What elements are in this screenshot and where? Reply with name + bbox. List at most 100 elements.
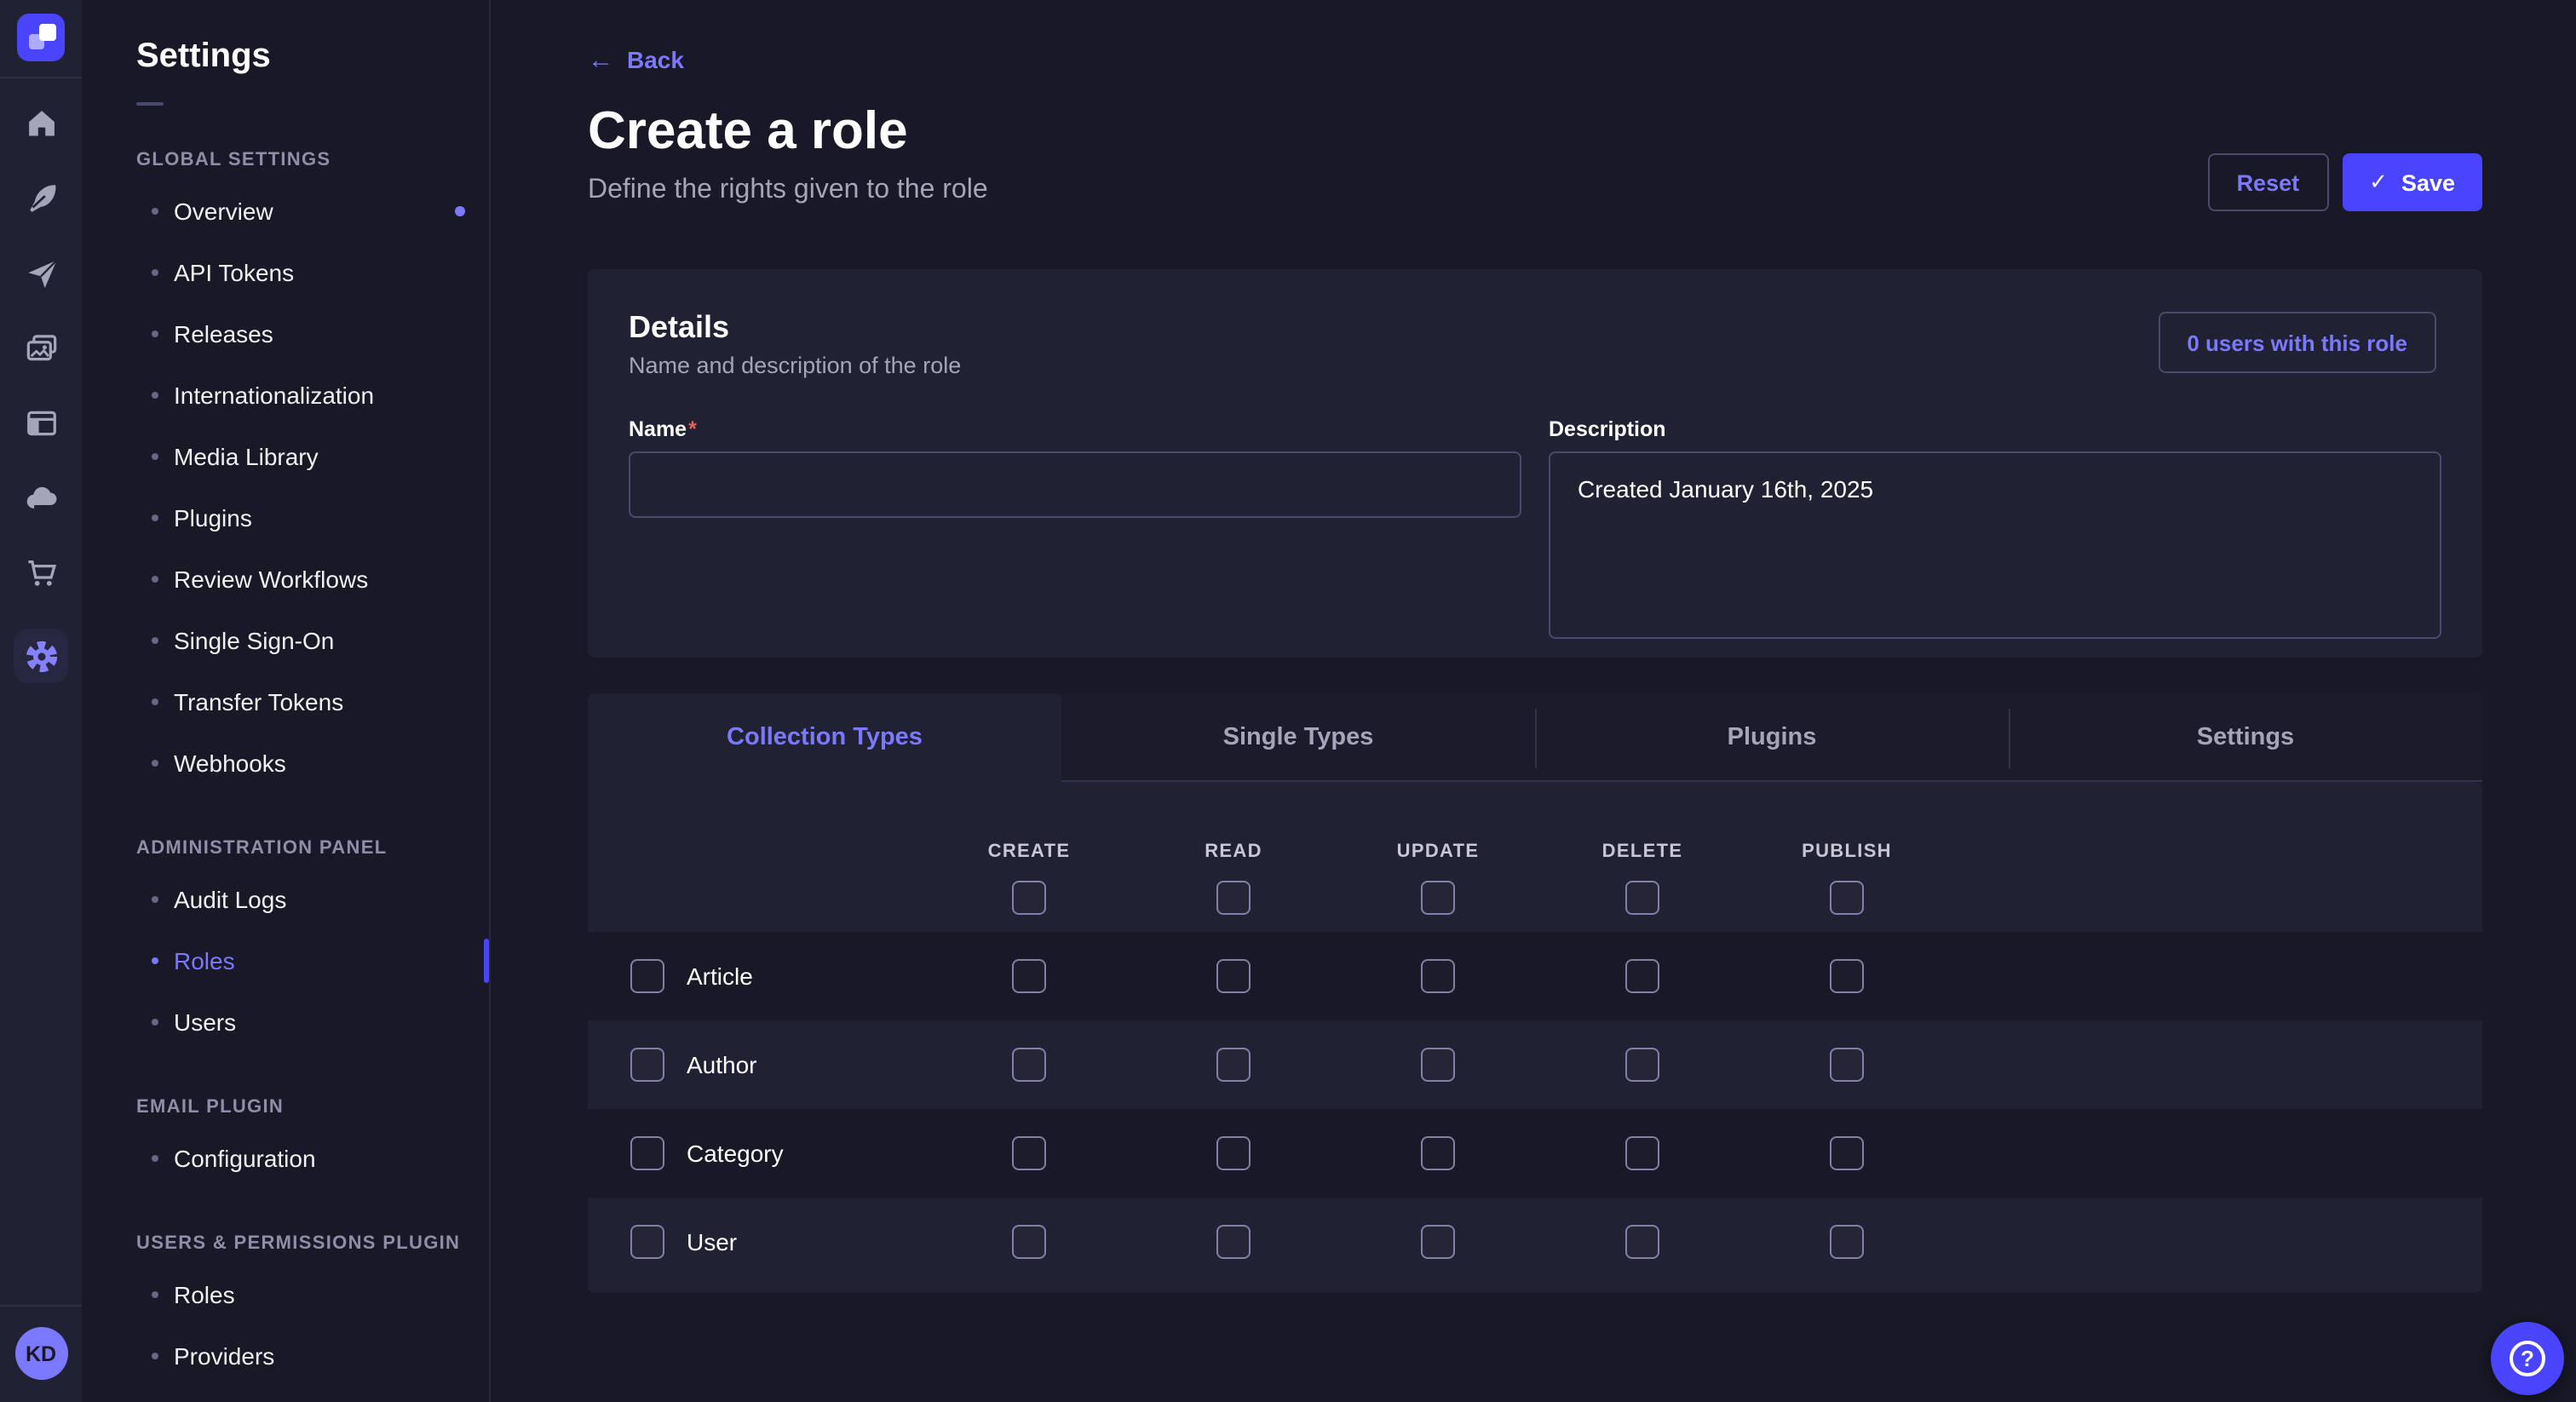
subnav-item-releases[interactable]: Releases: [136, 303, 469, 365]
perm-user-update-checkbox[interactable]: [1421, 1225, 1455, 1259]
bullet-icon: [152, 1155, 158, 1162]
permission-row-user: User: [588, 1198, 2482, 1286]
permissions-tabs: Collection TypesSingle TypesPlugins Setti…: [588, 693, 2482, 782]
subnav-item-label: Audit Logs: [174, 886, 469, 913]
cloud-icon[interactable]: [22, 479, 60, 516]
row-article-checkbox[interactable]: [630, 959, 664, 993]
select-all-delete-checkbox[interactable]: [1625, 880, 1659, 914]
select-all-publish-checkbox[interactable]: [1830, 880, 1864, 914]
tab-plugins[interactable]: Plugins: [1535, 693, 2009, 782]
description-textarea[interactable]: [1549, 451, 2441, 639]
subnav-item-label: Roles: [174, 1281, 469, 1308]
home-icon[interactable]: [22, 104, 60, 141]
row-name: Article: [687, 962, 753, 990]
perm-article-publish-checkbox[interactable]: [1830, 959, 1864, 993]
perm-author-publish-checkbox[interactable]: [1830, 1048, 1864, 1082]
back-link[interactable]: ← Back: [588, 46, 684, 73]
paper-plane-icon[interactable]: [22, 254, 60, 291]
perm-user-publish-checkbox[interactable]: [1830, 1225, 1864, 1259]
row-author-checkbox[interactable]: [630, 1048, 664, 1082]
gear-icon[interactable]: [14, 629, 68, 683]
tab-single-types[interactable]: Single Types: [1061, 693, 1535, 782]
perm-article-read-checkbox[interactable]: [1216, 959, 1251, 993]
subnav-item-overview[interactable]: Overview: [136, 181, 469, 242]
bullet-icon: [152, 1019, 158, 1026]
reset-button[interactable]: Reset: [2208, 153, 2329, 211]
perm-author-update-checkbox[interactable]: [1421, 1048, 1455, 1082]
perm-article-delete-checkbox[interactable]: [1625, 959, 1659, 993]
subnav-item-label: Transfer Tokens: [174, 688, 469, 715]
perm-user-read-checkbox[interactable]: [1216, 1225, 1251, 1259]
subnav-item-review-workflows[interactable]: Review Workflows: [136, 549, 469, 610]
subnav-item-configuration[interactable]: Configuration: [136, 1128, 469, 1189]
feather-icon[interactable]: [22, 179, 60, 216]
section-label: USERS & PERMISSIONS PLUGIN: [136, 1233, 469, 1254]
app-window: KD Settings GLOBAL SETTINGS Overview API T…: [0, 0, 2576, 1402]
select-all-create-checkbox[interactable]: [1012, 880, 1046, 914]
perm-category-update-checkbox[interactable]: [1421, 1136, 1455, 1170]
subnav-section-users-permissions-plugin: USERS & PERMISSIONS PLUGIN Roles Providers: [136, 1233, 469, 1387]
media-icon[interactable]: [22, 329, 60, 366]
required-mark: *: [688, 417, 697, 441]
subnav-item-users[interactable]: Users: [136, 991, 469, 1053]
users-with-role-button[interactable]: 0 users with this role: [2158, 312, 2436, 373]
settings-subnav: Settings GLOBAL SETTINGSOverviewAPI Toke…: [82, 0, 491, 1402]
name-input[interactable]: [629, 451, 1521, 518]
icon-rail: KD: [0, 0, 83, 1402]
permission-row-category: Category: [588, 1109, 2482, 1198]
subnav-item-roles[interactable]: Roles: [136, 1264, 469, 1325]
perm-category-publish-checkbox[interactable]: [1830, 1136, 1864, 1170]
perm-user-delete-checkbox[interactable]: [1625, 1225, 1659, 1259]
perm-author-create-checkbox[interactable]: [1012, 1048, 1046, 1082]
subnav-item-providers[interactable]: Providers: [136, 1325, 469, 1387]
details-card: Details Name and description of the role…: [588, 269, 2482, 658]
layout-icon[interactable]: [22, 404, 60, 441]
subnav-item-label: Releases: [174, 320, 469, 348]
column-header-create: CREATE: [927, 842, 1131, 862]
row-label-cell: Category: [588, 1136, 927, 1170]
perm-user-create-checkbox[interactable]: [1012, 1225, 1046, 1259]
check-icon: ✓: [2369, 169, 2388, 196]
subnav-item-audit-logs[interactable]: Audit Logs: [136, 869, 469, 930]
select-all-update-checkbox[interactable]: [1421, 880, 1455, 914]
tab-collection-types[interactable]: Collection Types: [588, 693, 1061, 782]
details-form: Name* Description: [629, 414, 2441, 647]
row-label-cell: User: [588, 1225, 927, 1259]
subnav-item-media-library[interactable]: Media Library: [136, 426, 469, 487]
subnav-item-roles[interactable]: Roles: [136, 930, 469, 991]
perm-article-create-checkbox[interactable]: [1012, 959, 1046, 993]
perm-article-update-checkbox[interactable]: [1421, 959, 1455, 993]
perm-category-create-checkbox[interactable]: [1012, 1136, 1046, 1170]
perm-category-read-checkbox[interactable]: [1216, 1136, 1251, 1170]
strapi-logo-icon[interactable]: [17, 14, 65, 61]
help-button[interactable]: ?: [2491, 1322, 2564, 1395]
subnav-item-webhooks[interactable]: Webhooks: [136, 733, 469, 794]
perm-author-delete-checkbox[interactable]: [1625, 1048, 1659, 1082]
subnav-item-single-sign-on[interactable]: Single Sign-On: [136, 610, 469, 671]
name-label: Name*: [629, 417, 697, 441]
row-name: Author: [687, 1051, 757, 1078]
bullet-icon: [152, 637, 158, 644]
select-all-read-checkbox[interactable]: [1216, 880, 1251, 914]
subnav-item-internationalization[interactable]: Internationalization: [136, 365, 469, 426]
row-user-checkbox[interactable]: [630, 1225, 664, 1259]
column-header-update: UPDATE: [1336, 842, 1540, 862]
perm-category-delete-checkbox[interactable]: [1625, 1136, 1659, 1170]
subnav-item-api-tokens[interactable]: API Tokens: [136, 242, 469, 303]
avatar[interactable]: KD: [14, 1327, 67, 1380]
save-label: Save: [2401, 170, 2455, 195]
tab-label: Settings: [2197, 724, 2294, 751]
perm-author-read-checkbox[interactable]: [1216, 1048, 1251, 1082]
cart-icon[interactable]: [22, 554, 60, 591]
bullet-icon: [152, 1291, 158, 1298]
subnav-item-plugins[interactable]: Plugins: [136, 487, 469, 549]
bullet-icon: [152, 957, 158, 964]
tab-settings[interactable]: Settings: [2009, 693, 2482, 782]
row-category-checkbox[interactable]: [630, 1136, 664, 1170]
subnav-item-transfer-tokens[interactable]: Transfer Tokens: [136, 671, 469, 733]
question-mark-icon: ?: [2510, 1341, 2545, 1376]
back-label: Back: [627, 46, 684, 73]
save-button[interactable]: ✓ Save: [2342, 153, 2482, 211]
section-label: GLOBAL SETTINGS: [136, 150, 469, 170]
subnav-item-label: Overview: [174, 198, 455, 225]
